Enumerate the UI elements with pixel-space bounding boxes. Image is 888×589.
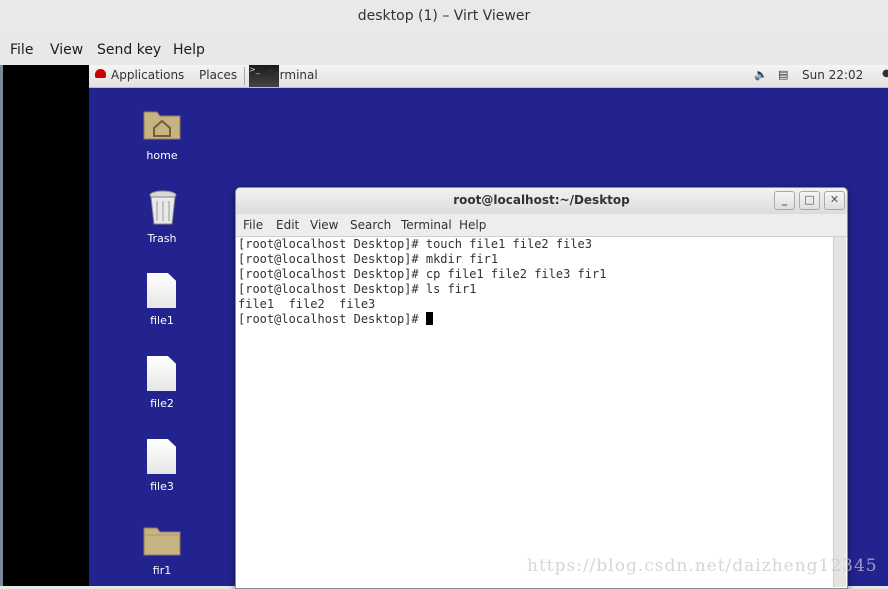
window-title: desktop (1) – Virt Viewer [0,0,888,34]
volume-icon[interactable]: 🔈 [754,68,768,81]
file-icon [147,439,176,474]
terminal-line: [root@localhost Desktop]# mkdir fir1 [238,252,499,266]
trash-label: Trash [147,232,177,245]
viewer-menubar: File View Send key Help [0,34,888,65]
desktop-icon-file3[interactable]: file3 [117,439,207,494]
taskbar-terminal[interactable]: Terminal [267,68,318,82]
menu-view[interactable]: View [50,42,83,58]
folder-icon [143,527,181,556]
menu-send-key[interactable]: Send key [97,42,161,58]
guest-border [0,65,89,586]
file1-label: file1 [150,314,174,327]
fir1-label: fir1 [152,564,172,577]
redhat-icon [95,69,106,78]
clock[interactable]: Sun 22:02 [802,68,863,82]
file3-label: file3 [150,480,174,493]
desktop-icon-home[interactable]: home [117,106,207,166]
top-panel: Applications Places >_ Terminal 🔈 ▤ Sun … [89,65,888,88]
terminal-line: [root@localhost Desktop]# cp file1 file2… [238,267,607,281]
desktop-icon-fir1[interactable]: fir1 [117,522,207,577]
terminal-output[interactable]: [root@localhost Desktop]# touch file1 fi… [236,237,833,587]
terminal-title: root@localhost:~/Desktop [453,193,630,207]
term-menu-view[interactable]: View [310,218,338,232]
home-folder-icon [143,111,181,140]
home-label: home [146,149,178,162]
term-menu-search[interactable]: Search [350,218,391,232]
applications-menu[interactable]: Applications [111,68,184,82]
terminal-titlebar[interactable]: root@localhost:~/Desktop _ □ ✕ [236,188,847,214]
watermark: https://blog.csdn.net/daizheng12345 [527,556,878,576]
user-icon[interactable]: ● [882,68,888,79]
terminal-line: [root@localhost Desktop]# touch file1 fi… [238,237,593,251]
places-menu[interactable]: Places [199,68,237,82]
trash-icon [149,190,177,225]
terminal-menubar: File Edit View Search Terminal Help [236,214,847,237]
term-menu-edit[interactable]: Edit [276,218,299,232]
term-menu-terminal[interactable]: Terminal [401,218,452,232]
panel-separator [244,67,245,85]
term-menu-file[interactable]: File [243,218,263,232]
menu-file[interactable]: File [10,42,33,58]
maximize-button[interactable]: □ [799,191,820,210]
terminal-scrollbar[interactable] [833,237,846,587]
file-icon [147,273,176,308]
term-menu-help[interactable]: Help [459,218,486,232]
terminal-line: [root@localhost Desktop]# ls fir1 [238,282,477,296]
menu-help[interactable]: Help [173,42,205,58]
desktop-icon-trash[interactable]: Trash [117,188,207,248]
terminal-prompt: [root@localhost Desktop]# [238,312,426,326]
network-icon[interactable]: ▤ [778,68,788,81]
terminal-line: file1 file2 file3 [238,297,376,311]
close-button[interactable]: ✕ [824,191,845,210]
terminal-prompt-line: [root@localhost Desktop]# [238,312,433,327]
desktop-icon-file2[interactable]: file2 [117,356,207,411]
terminal-cursor [425,312,433,325]
terminal-window[interactable]: root@localhost:~/Desktop _ □ ✕ File Edit… [235,187,848,589]
file2-label: file2 [150,397,174,410]
minimize-button[interactable]: _ [774,191,795,210]
desktop-icon-file1[interactable]: file1 [117,273,207,328]
file-icon [147,356,176,391]
